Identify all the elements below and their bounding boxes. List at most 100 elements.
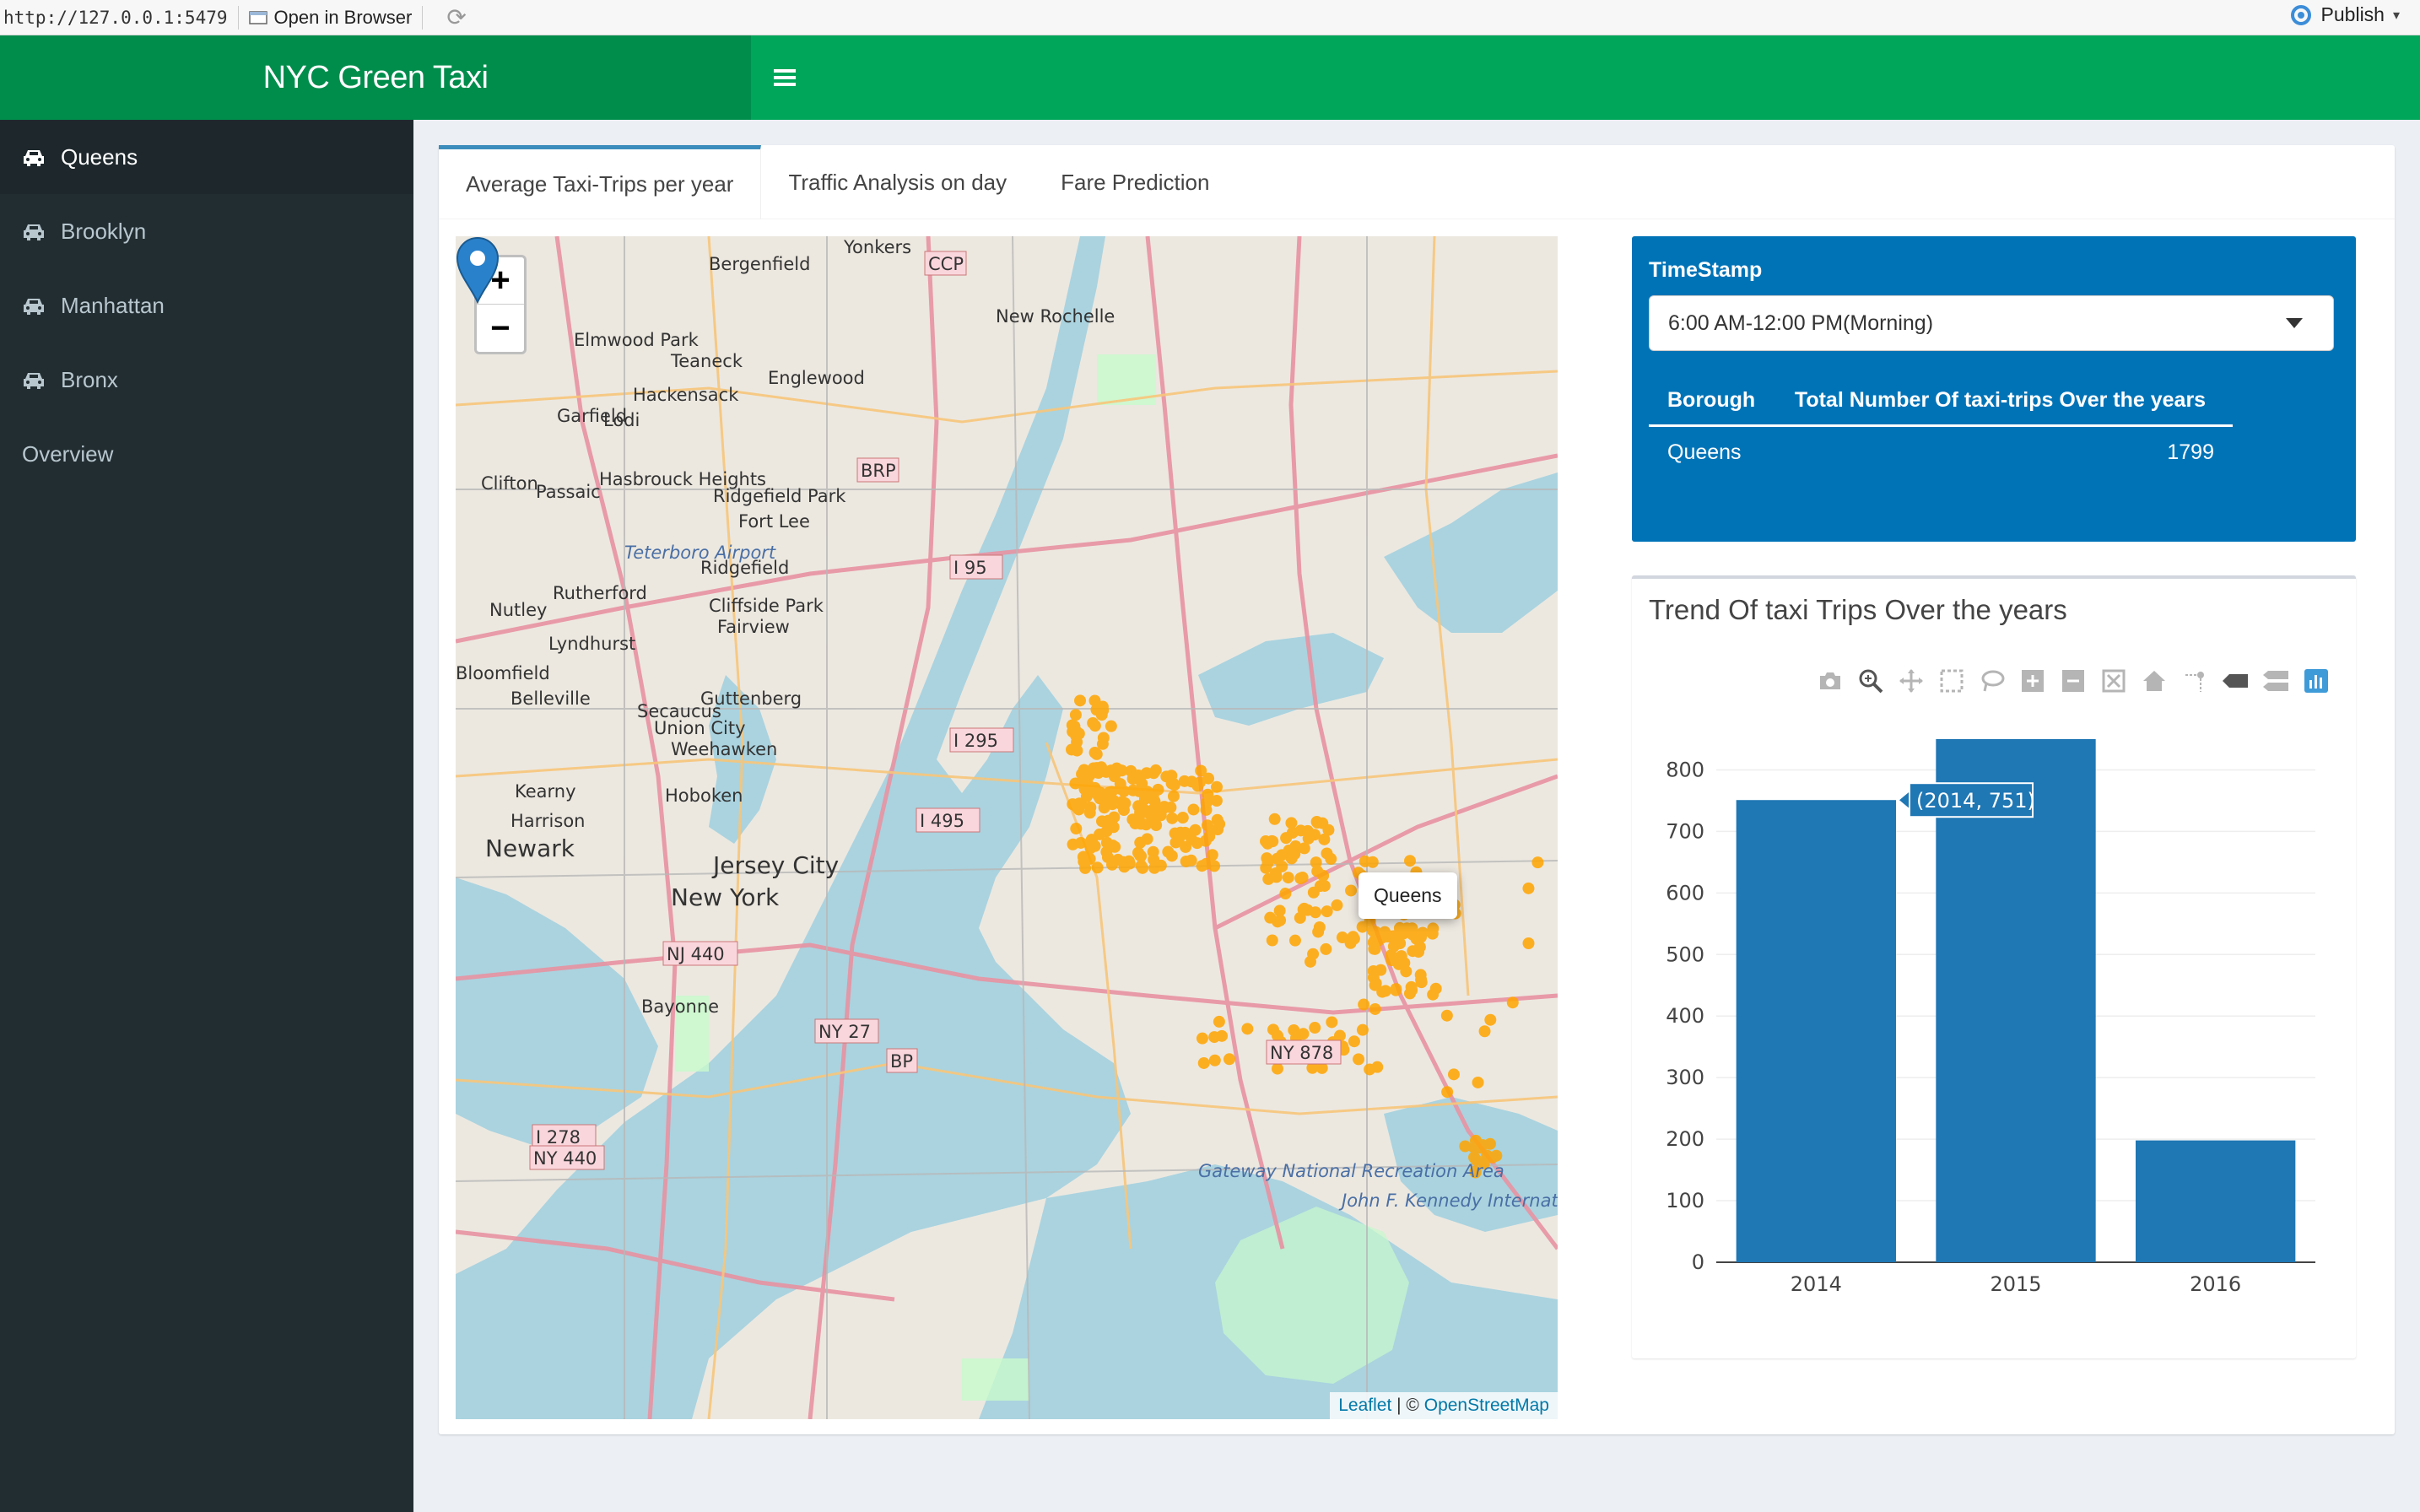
trend-bar-chart[interactable]: 0 100 200 300 400 500 600 700 800 2014 2015 2016 (… xyxy=(1649,739,2341,1347)
zoom-in-icon[interactable] xyxy=(2018,667,2047,695)
reset-axes-icon[interactable] xyxy=(2140,667,2169,695)
map-place-label: Newark xyxy=(485,834,575,862)
refresh-icon[interactable]: ⟳ xyxy=(446,3,466,31)
zoom-icon[interactable] xyxy=(1856,667,1885,695)
trip-point xyxy=(1366,856,1379,868)
trip-point xyxy=(1076,768,1088,780)
bar-2016[interactable] xyxy=(2136,1140,2296,1262)
trip-point xyxy=(1261,856,1274,869)
camera-icon[interactable] xyxy=(1816,667,1845,695)
map-place-label: Lyndhurst xyxy=(548,634,635,654)
map-place-label: Belleville xyxy=(510,688,591,709)
column-header-total-trips[interactable]: Total Number Of taxi-trips Over the year… xyxy=(1775,378,2233,427)
trip-point xyxy=(1266,834,1278,847)
trip-point xyxy=(1288,934,1301,947)
zoom-out-button[interactable]: − xyxy=(477,305,524,352)
zoom-out-icon[interactable] xyxy=(2059,667,2088,695)
tab-box: Average Taxi-Trips per year Traffic Anal… xyxy=(439,145,2395,1434)
trip-point xyxy=(1083,852,1096,865)
autoscale-icon[interactable] xyxy=(2099,667,2128,695)
tab-bar: Average Taxi-Trips per year Traffic Anal… xyxy=(439,145,2395,219)
borough-trips-table: Borough Total Number Of taxi-trips Over … xyxy=(1649,378,2233,478)
trip-point xyxy=(1441,1086,1454,1099)
trip-point xyxy=(1102,814,1115,827)
map-place-label: New York xyxy=(671,883,780,911)
bar-2014[interactable] xyxy=(1736,800,1896,1262)
open-in-browser-button[interactable]: Open in Browser xyxy=(248,7,412,29)
spike-lines-icon[interactable] xyxy=(2180,667,2209,695)
tab-average-taxi-trips[interactable]: Average Taxi-Trips per year xyxy=(439,145,762,219)
lasso-icon[interactable] xyxy=(1978,667,2007,695)
sidebar-item-manhattan[interactable]: Manhattan xyxy=(0,268,413,343)
trip-point xyxy=(1302,832,1315,845)
trip-point xyxy=(1358,998,1370,1011)
map-place-label: Fairview xyxy=(717,617,790,637)
publish-label: Publish xyxy=(2320,3,2385,25)
trip-point xyxy=(1189,824,1202,836)
map-attribution: Leaflet | © OpenStreetMap xyxy=(1330,1392,1558,1419)
leaflet-link[interactable]: Leaflet xyxy=(1338,1396,1391,1415)
timestamp-label: TimeStamp xyxy=(1649,258,1763,282)
map-place-label: CCP xyxy=(928,254,964,274)
y-tick-label: 200 xyxy=(1666,1127,1704,1151)
map-marker-icon[interactable] xyxy=(456,236,500,304)
trip-point xyxy=(1472,1076,1484,1088)
map-place-label: I 278 xyxy=(536,1127,581,1148)
table-row: Queens 1799 xyxy=(1649,426,2233,479)
openstreetmap-link[interactable]: OpenStreetMap xyxy=(1424,1396,1549,1415)
trip-point xyxy=(1285,817,1298,829)
publish-button[interactable]: Publish ▾ xyxy=(2289,3,2400,26)
trip-point xyxy=(1307,948,1320,960)
timestamp-select[interactable]: 6:00 AM-12:00 PM(Morning) xyxy=(1649,295,2334,351)
trip-point xyxy=(1356,1023,1369,1036)
leaflet-map[interactable]: Bergenfield Yonkers CCP New Rochelle Elmwood… xyxy=(456,236,1558,1419)
trip-point xyxy=(1367,971,1380,984)
trip-point xyxy=(1313,921,1326,933)
app-header: NYC Green Taxi xyxy=(0,35,2420,120)
trip-point xyxy=(1314,880,1326,893)
tab-traffic-analysis[interactable]: Traffic Analysis on day xyxy=(761,145,1034,219)
trip-point xyxy=(1311,865,1324,878)
hover-compare-icon[interactable] xyxy=(2261,667,2290,695)
trip-point xyxy=(1369,1002,1381,1015)
trip-point xyxy=(1347,931,1359,943)
trip-point xyxy=(1241,1023,1254,1035)
trip-point xyxy=(1478,1025,1491,1038)
trip-point xyxy=(1105,720,1117,732)
trip-point xyxy=(1088,781,1101,794)
trip-point xyxy=(1191,837,1203,850)
trip-point xyxy=(1095,709,1108,721)
map-popup[interactable]: Queens xyxy=(1359,872,1457,919)
map-place-label: Teaneck xyxy=(670,351,743,371)
sidebar-item-label: Manhattan xyxy=(61,292,165,318)
trip-point xyxy=(1268,813,1281,825)
trip-point xyxy=(1280,832,1293,845)
trip-point xyxy=(1372,934,1385,947)
tab-fare-prediction[interactable]: Fare Prediction xyxy=(1034,145,1236,219)
column-header-borough[interactable]: Borough xyxy=(1649,378,1776,427)
sidebar-item-brooklyn[interactable]: Brooklyn xyxy=(0,194,413,268)
trip-point xyxy=(1223,1053,1235,1066)
hover-closest-icon[interactable] xyxy=(2221,667,2250,695)
table-header-row: Borough Total Number Of taxi-trips Over … xyxy=(1649,378,2233,427)
map-tiles[interactable]: Bergenfield Yonkers CCP New Rochelle Elmwood… xyxy=(456,236,1558,1419)
trip-point xyxy=(1071,744,1083,757)
trend-box: Trend Of taxi Trips Over the years 0 100… xyxy=(1632,575,2356,1358)
sidebar-item-overview[interactable]: Overview xyxy=(0,417,413,491)
trip-point xyxy=(1137,861,1149,874)
toolbar-divider xyxy=(422,5,424,30)
box-select-icon[interactable] xyxy=(1937,667,1966,695)
trip-point xyxy=(1440,1009,1453,1022)
map-place-label: Cliffside Park xyxy=(709,596,824,616)
x-tick-label: 2015 xyxy=(1990,1272,2041,1296)
trip-point xyxy=(1197,1056,1210,1069)
pan-icon[interactable] xyxy=(1897,667,1926,695)
plotly-logo-icon[interactable] xyxy=(2302,667,2331,695)
sidebar-item-bronx[interactable]: Bronx xyxy=(0,343,413,417)
caret-down-icon xyxy=(2286,318,2303,328)
trip-point xyxy=(1136,777,1148,790)
trip-point xyxy=(1105,764,1117,777)
sidebar-item-queens[interactable]: Queens xyxy=(0,120,413,194)
hamburger-icon[interactable] xyxy=(766,59,803,96)
trip-point xyxy=(1279,888,1292,900)
